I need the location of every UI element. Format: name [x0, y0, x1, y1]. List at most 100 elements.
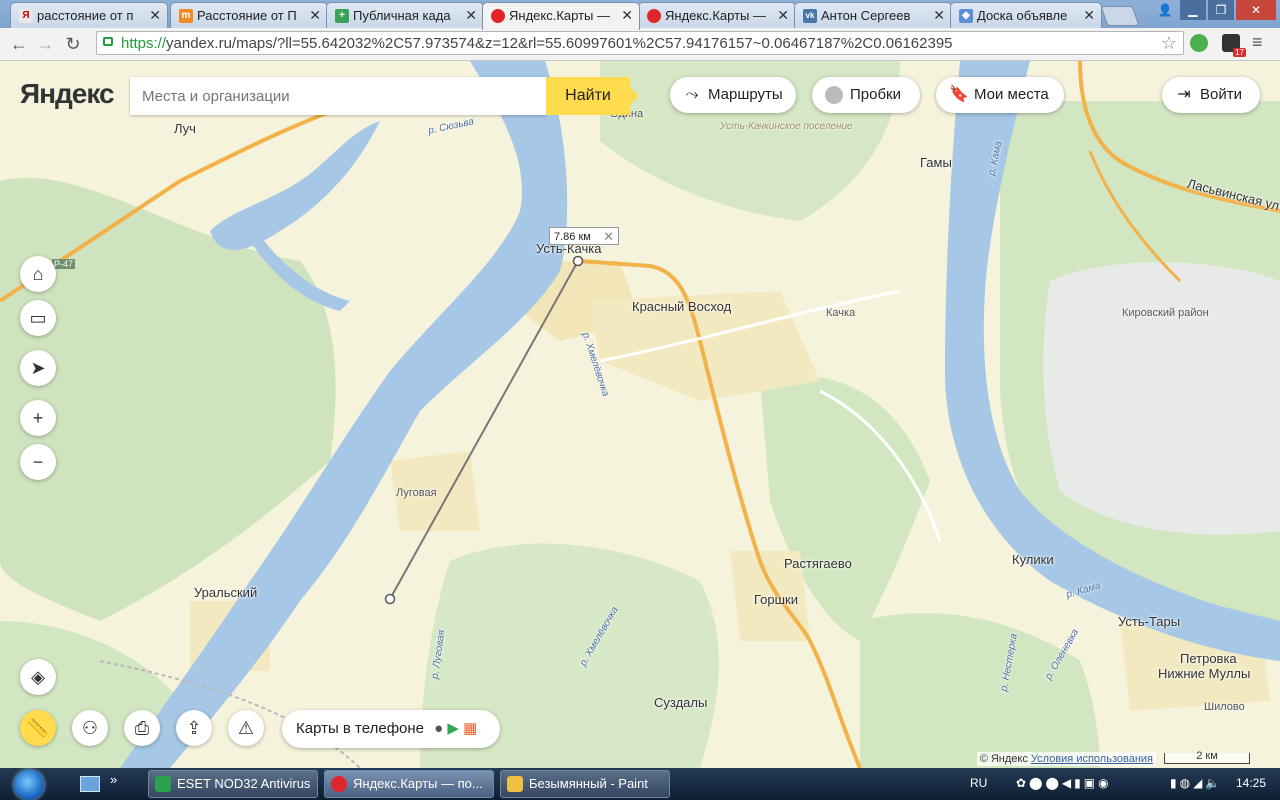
notification-badge: 17 [1233, 48, 1246, 57]
my-places-button[interactable]: 🔖 Мои места [936, 77, 1064, 113]
place-label: Луч [174, 121, 196, 136]
close-tab-icon[interactable]: ✕ [149, 7, 161, 24]
browser-tab[interactable]: Я расстояние от п ✕ [10, 2, 168, 28]
forest-area [860, 613, 1100, 768]
tab-label: Яндекс.Карты — [509, 8, 610, 23]
taskbar-item[interactable]: Яндекс.Карты — по... [324, 770, 494, 798]
tab-label: Антон Сергеев [821, 8, 911, 23]
place-label: Шилово [1204, 701, 1245, 713]
close-tab-icon[interactable]: ✕ [933, 7, 945, 24]
lock-icon [103, 37, 113, 46]
site-favicon-icon: + [335, 9, 349, 23]
taskbar-item[interactable]: ESET NOD32 Antivirus [148, 770, 318, 798]
layers-button[interactable]: ◈ [20, 659, 56, 695]
browser-tabstrip: Я расстояние от п ✕ m Расстояние от П ✕ … [0, 0, 1280, 30]
site-favicon-icon: m [179, 9, 193, 23]
measure-point[interactable] [384, 593, 396, 605]
traffic-light-icon [825, 86, 843, 104]
area-label: Усть-Качкинское поселение [720, 121, 853, 132]
panorama-button[interactable]: ⚇ [72, 710, 108, 746]
quicklaunch-chevron-icon[interactable]: » [110, 772, 117, 787]
close-tab-icon[interactable]: ✕ [465, 7, 477, 24]
home-button[interactable]: ⌂ [20, 256, 56, 292]
taskbar-item[interactable]: Безымянный - Paint [500, 770, 670, 798]
home-icon: ⌂ [32, 264, 44, 284]
zoom-in-button[interactable]: + [20, 400, 56, 436]
place-label: Кулики [1012, 552, 1054, 567]
taskbar-item-label: Безымянный - Paint [529, 776, 648, 791]
menu-icon[interactable]: ≡ [1252, 32, 1263, 53]
place-label: Луговая [396, 487, 437, 499]
tray-icons[interactable]: ✿⬤⬤◀▮▣◉ [1016, 776, 1112, 790]
share-icon: ⇪ [186, 718, 202, 738]
reload-icon[interactable]: ↻ [62, 33, 84, 55]
yandex-logo[interactable]: Яндекс [20, 78, 115, 110]
printer-icon: ⎙ [134, 718, 150, 738]
close-window-button[interactable]: ✕ [1236, 0, 1276, 20]
place-label: Уральский [194, 585, 258, 600]
terms-link[interactable]: Условия использования [1031, 753, 1153, 765]
tab-label: Яндекс.Карты — [665, 8, 766, 23]
route-icon: ⤳ [685, 86, 699, 103]
close-tab-icon[interactable]: ✕ [309, 7, 321, 24]
mobile-apps-label: Карты в телефоне [296, 720, 424, 737]
language-indicator[interactable]: RU [970, 776, 987, 790]
forward-arrow-icon[interactable]: → [34, 33, 56, 55]
find-button[interactable]: Найти [546, 77, 639, 115]
measure-distance-value: 7.86 км [554, 231, 591, 243]
start-button[interactable] [14, 770, 44, 800]
mobile-apps-button[interactable]: Карты в телефоне ● ▶ ▦ [282, 710, 500, 748]
routes-button[interactable]: ⤳ Маршруты [670, 77, 796, 113]
system-tray-icons[interactable]: ▮◍◢🔈 [1170, 776, 1223, 790]
report-error-button[interactable]: ⚠ [228, 710, 264, 746]
extension-icon[interactable]: 17 [1222, 34, 1246, 57]
extension-icon[interactable] [1190, 34, 1208, 52]
browser-tab[interactable]: Яндекс.Карты — ✕ [638, 2, 796, 28]
minimize-button[interactable]: ▁ [1180, 0, 1206, 20]
traffic-button[interactable]: Пробки [812, 77, 920, 113]
browser-tab[interactable]: m Расстояние от П ✕ [170, 2, 328, 28]
browser-tab[interactable]: ◆ Доска объявле ✕ [950, 2, 1102, 28]
place-label: Суздалы [654, 695, 708, 710]
maximize-button[interactable]: ❐ [1208, 0, 1234, 20]
new-tab-button[interactable] [1100, 6, 1140, 26]
browser-tab[interactable]: + Публичная када ✕ [326, 2, 484, 28]
map-viewport[interactable]: Одина Луч Усть-Качка Красный Восход Качк… [0, 61, 1280, 768]
work-button[interactable]: ▭ [20, 300, 56, 336]
back-arrow-icon[interactable]: ← [8, 33, 30, 55]
profile-icon[interactable]: 👤 [1152, 0, 1178, 20]
browser-tab-active[interactable]: Яндекс.Карты — ✕ [482, 2, 640, 30]
clock[interactable]: 14:25 [1236, 776, 1266, 790]
close-tab-icon[interactable]: ✕ [621, 7, 633, 24]
measure-point[interactable] [572, 255, 584, 267]
place-label: Горшки [754, 592, 799, 607]
browser-toolbar: ← → ↻ https://yandex.ru/maps/?ll=55.6420… [0, 28, 1280, 61]
paint-icon [507, 776, 523, 792]
zoom-out-button[interactable]: − [20, 444, 56, 480]
print-button[interactable]: ⎙ [124, 710, 160, 746]
place-label: Гамы [920, 155, 952, 170]
windows-taskbar: » ESET NOD32 Antivirus Яндекс.Карты — по… [0, 768, 1280, 800]
show-desktop-icon[interactable] [80, 776, 100, 792]
close-tab-icon[interactable]: ✕ [777, 7, 789, 24]
login-button[interactable]: ⇥ Войти [1162, 77, 1260, 113]
search-input[interactable] [130, 77, 546, 115]
routes-label: Маршруты [708, 86, 783, 103]
ruler-button[interactable]: 📏 [20, 710, 56, 746]
map-canvas[interactable] [0, 61, 1280, 768]
close-tab-icon[interactable]: ✕ [1083, 7, 1095, 24]
browser-tab[interactable]: vk Антон Сергеев ✕ [794, 2, 952, 28]
place-label: Красный Восход [632, 299, 732, 314]
address-bar[interactable]: https://yandex.ru/maps/?ll=55.642032%2C5… [96, 31, 1184, 55]
close-measure-icon[interactable]: ✕ [603, 228, 614, 246]
site-favicon-icon: ◆ [959, 9, 973, 23]
locate-me-button[interactable]: ➤ [20, 350, 56, 386]
map-pin-favicon-icon [647, 9, 661, 23]
copyright-bar: © Яндекс Условия использования [976, 752, 1156, 766]
login-icon: ⇥ [1177, 86, 1191, 103]
bookmark-star-icon[interactable]: ☆ [1161, 33, 1177, 54]
tab-label: расстояние от п [37, 8, 134, 23]
share-button[interactable]: ⇪ [176, 710, 212, 746]
my-places-label: Мои места [974, 86, 1049, 103]
reservoir-area [1043, 262, 1280, 535]
